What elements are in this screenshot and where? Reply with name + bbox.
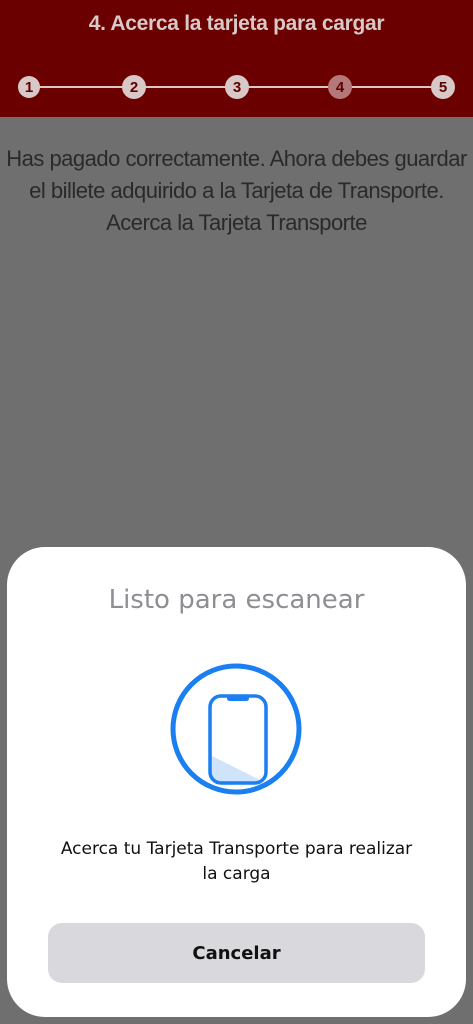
step-5: 5 — [431, 75, 455, 99]
payment-instructions: Has pagado correctamente. Ahora debes gu… — [0, 143, 473, 239]
progress-stepper: 1 2 3 4 5 — [0, 74, 473, 100]
page-title: 4. Acerca la tarjeta para cargar — [88, 12, 385, 35]
nfc-scan-sheet: Listo para escanear Acerca tu Tarjeta Tr… — [7, 547, 466, 1017]
step-4-current: 4 — [328, 75, 352, 99]
step-1: 1 — [18, 76, 40, 98]
phone-scan-icon — [170, 663, 302, 795]
instructions-line-2: el billete adquirido a la Tarjeta de Tra… — [29, 178, 444, 203]
app-header: 4. Acerca la tarjeta para cargar 1 2 3 4… — [0, 0, 473, 117]
step-3: 3 — [225, 75, 249, 99]
scan-sheet-title: Listo para escanear — [108, 585, 365, 615]
instructions-line-3: Acerca la Tarjeta Transporte — [106, 210, 367, 235]
scan-message-line-1: Acerca tu Tarjeta Transporte para realiz… — [60, 839, 413, 859]
scan-message-line-2: la carga — [202, 864, 271, 884]
step-2: 2 — [122, 75, 146, 99]
cancel-button[interactable]: Cancelar — [48, 923, 425, 983]
instructions-line-1: Has pagado correctamente. Ahora debes gu… — [6, 146, 467, 171]
scan-sheet-message: Acerca tu Tarjeta Transporte para realiz… — [47, 837, 426, 887]
